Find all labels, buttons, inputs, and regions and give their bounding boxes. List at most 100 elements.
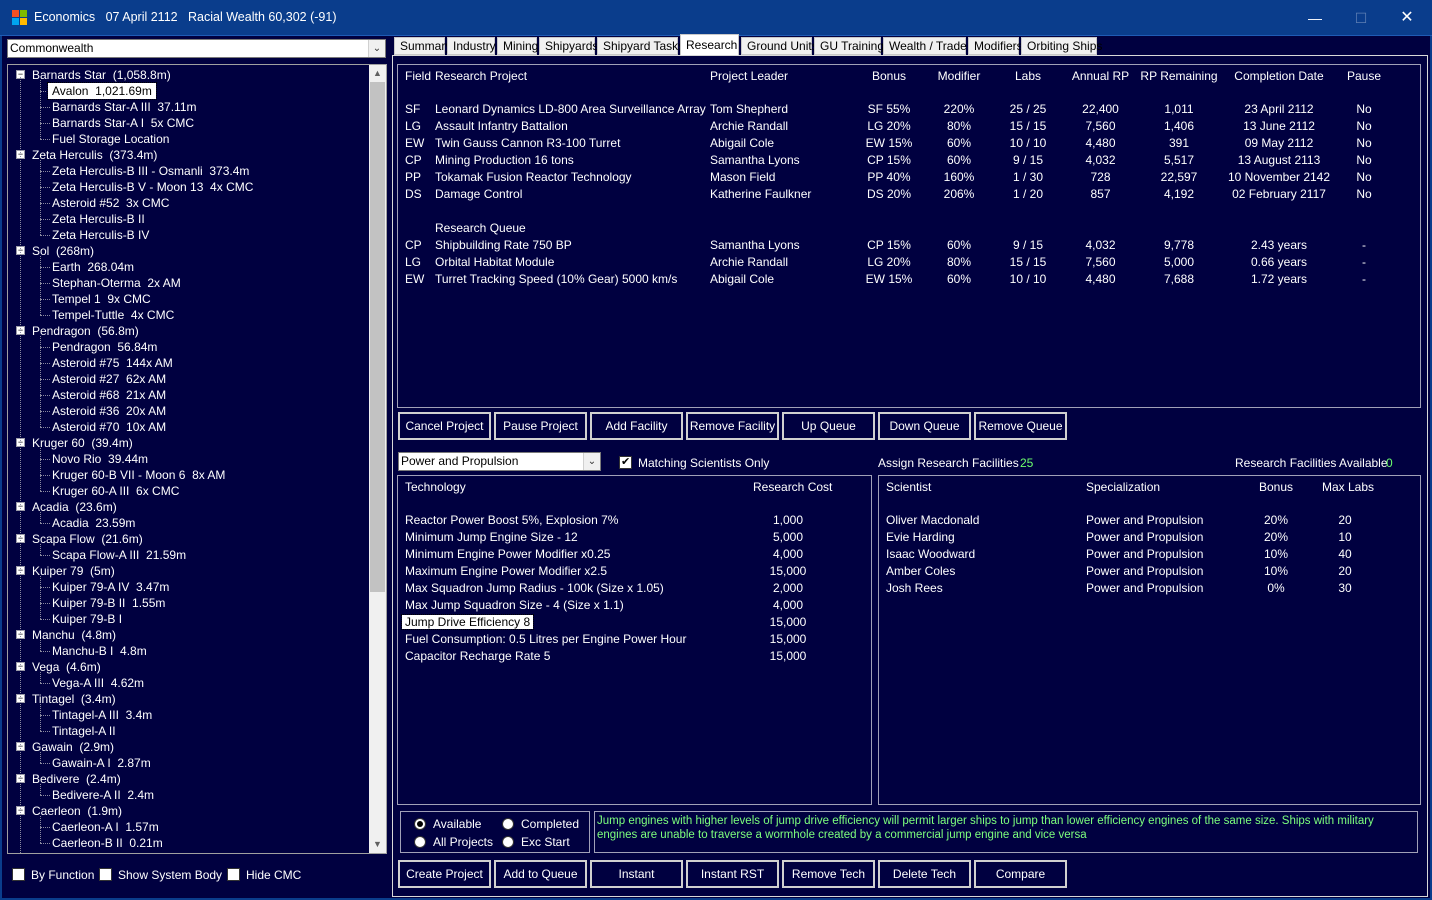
tree-body-node[interactable]: Zeta Herculis-B IV bbox=[52, 227, 149, 243]
technology-name[interactable]: Minimum Jump Engine Size - 12 bbox=[405, 530, 578, 544]
tree-body-node[interactable]: Zeta Herculis-B II bbox=[52, 211, 145, 227]
maximize-button[interactable]: ☐ bbox=[1338, 6, 1384, 30]
tree-body-node[interactable]: Kuiper 79-A IV 3.47m bbox=[52, 579, 169, 595]
tree-system-node[interactable]: Tintagel (3.4m) bbox=[32, 691, 116, 707]
tree-body-node[interactable]: Asteroid #52 3x CMC bbox=[52, 195, 169, 211]
technology-name[interactable]: Minimum Engine Power Modifier x0.25 bbox=[405, 547, 610, 561]
scientist-list[interactable]: Scientist Specialization Bonus Max Labs Oliv… bbox=[878, 475, 1421, 805]
scientist-scientist[interactable]: Amber Coles bbox=[886, 564, 1066, 578]
tree-body-node[interactable]: Earth 268.04m bbox=[52, 259, 134, 275]
tree-system-node[interactable]: Barnards Star (1,058.8m) bbox=[32, 67, 171, 83]
tab-wealth-trade[interactable]: Wealth / Trade bbox=[883, 37, 967, 55]
tree-system-node[interactable]: Kuiper 79 (5m) bbox=[32, 563, 115, 579]
tab-gu-training[interactable]: GU Training bbox=[814, 37, 884, 55]
add-to-queue-button[interactable]: Add to Queue bbox=[493, 859, 588, 889]
scroll-down-icon[interactable]: ▼ bbox=[369, 836, 386, 853]
tab-modifiers[interactable]: Modifiers bbox=[968, 37, 1023, 55]
tree-body-node[interactable]: Kruger 60-A III 6x CMC bbox=[52, 483, 179, 499]
technology-name[interactable]: Maximum Engine Power Modifier x2.5 bbox=[405, 564, 607, 578]
technology-name[interactable]: Max Jump Squadron Size - 4 (Size x 1.1) bbox=[405, 598, 624, 612]
tab-shipyards[interactable]: Shipyards bbox=[539, 37, 598, 55]
chevron-down-icon[interactable]: ⌄ bbox=[583, 453, 600, 470]
tree-system-node[interactable]: Kruger 60 (39.4m) bbox=[32, 435, 133, 451]
technology-name[interactable]: Max Squadron Jump Radius - 100k (Size x … bbox=[405, 581, 664, 595]
minimize-button[interactable]: — bbox=[1292, 6, 1338, 30]
tab-summary[interactable]: Summary bbox=[394, 37, 451, 55]
matching-scientists-checkbox[interactable] bbox=[619, 455, 632, 469]
tree-body-node[interactable]: Manchu-B I 4.8m bbox=[52, 643, 147, 659]
tab-industry[interactable]: Industry bbox=[447, 37, 496, 55]
tree-body-node[interactable]: Asteroid #75 144x AM bbox=[52, 355, 173, 371]
tree-body-node[interactable]: Tempel 1 9x CMC bbox=[52, 291, 151, 307]
scientist-scientist[interactable]: Evie Harding bbox=[886, 530, 1066, 544]
tree-system-node[interactable]: Manchu (4.8m) bbox=[32, 627, 116, 643]
empire-select[interactable]: Commonwealth ⌄ bbox=[7, 39, 386, 58]
tree-body-node[interactable]: Asteroid #36 20x AM bbox=[52, 403, 166, 419]
tree-body-node[interactable]: Caerleon-A I 1.57m bbox=[52, 819, 159, 835]
cancel-project-button[interactable]: Cancel Project bbox=[397, 411, 492, 441]
tree-body-node[interactable]: Kuiper 79-B II 1.55m bbox=[52, 595, 165, 611]
tab-research[interactable]: Research bbox=[680, 34, 739, 56]
tree-body-node[interactable]: Barnards Star-A I 5x CMC bbox=[52, 115, 194, 131]
hide-cmc-checkbox[interactable] bbox=[227, 868, 240, 881]
tree-body-node[interactable]: Kruger 60-B VII - Moon 6 8x AM bbox=[52, 467, 225, 483]
tree-system-node[interactable]: Zeta Herculis (373.4m) bbox=[32, 147, 157, 163]
tree-system-node[interactable]: Pendragon (56.8m) bbox=[32, 323, 139, 339]
scroll-thumb[interactable] bbox=[370, 82, 385, 592]
add-facility-button[interactable]: Add Facility bbox=[589, 411, 684, 441]
tree-body-node[interactable]: Kuiper 79-B I bbox=[52, 611, 122, 627]
up-queue-button[interactable]: Up Queue bbox=[781, 411, 876, 441]
tree-system-node[interactable]: Acadia (23.6m) bbox=[32, 499, 117, 515]
tab-shipyard-tasks[interactable]: Shipyard Tasks bbox=[597, 37, 684, 55]
research-field-select[interactable]: Power and Propulsion ⌄ bbox=[398, 452, 601, 471]
technology-list[interactable]: Technology Research Cost Reactor Power Boo… bbox=[397, 475, 872, 805]
tree-body-node[interactable]: Asteroid #70 10x AM bbox=[52, 419, 166, 435]
tree-body-node[interactable]: Barnards Star-A III 37.11m bbox=[52, 99, 197, 115]
tree-body-node[interactable]: Tintagel-A II bbox=[52, 723, 116, 739]
scientist-scientist[interactable]: Josh Rees bbox=[886, 581, 1066, 595]
completed-radio[interactable] bbox=[502, 818, 514, 830]
tree-scrollbar[interactable]: ▲ ▼ bbox=[369, 65, 386, 853]
all-projects-radio[interactable] bbox=[414, 836, 426, 848]
tree-body-node[interactable]: Vega-A III 4.62m bbox=[52, 675, 144, 691]
scroll-up-icon[interactable]: ▲ bbox=[369, 65, 386, 82]
show-system-body-checkbox[interactable] bbox=[99, 868, 112, 881]
population-tree[interactable]: − Barnards Star (1,058.8m) Avalon 1,021.69… bbox=[7, 64, 387, 854]
tree-body-node[interactable]: Fuel Storage Location bbox=[52, 131, 169, 147]
tree-system-node[interactable]: Vega (4.6m) bbox=[32, 659, 101, 675]
tree-body-node[interactable]: Pendragon 56.84m bbox=[52, 339, 157, 355]
instant-rst-button[interactable]: Instant RST bbox=[685, 859, 780, 889]
tree-body-node[interactable]: Asteroid #68 21x AM bbox=[52, 387, 166, 403]
tree-body-node[interactable]: Avalon 1,021.69m bbox=[47, 82, 157, 100]
tree-system-node[interactable]: Sol (268m) bbox=[32, 243, 94, 259]
tree-body-node[interactable]: Bedivere-A II 2.4m bbox=[52, 787, 154, 803]
tab-mining[interactable]: Mining bbox=[497, 37, 538, 55]
instant-button[interactable]: Instant bbox=[589, 859, 684, 889]
technology-name[interactable]: Fuel Consumption: 0.5 Litres per Engine … bbox=[405, 632, 686, 646]
remove-queue-button[interactable]: Remove Queue bbox=[973, 411, 1068, 441]
tree-body-node[interactable]: Tintagel-A III 3.4m bbox=[52, 707, 152, 723]
tree-system-node[interactable]: Caerleon (1.9m) bbox=[32, 803, 122, 819]
technology-name[interactable]: Capacitor Recharge Rate 5 bbox=[405, 649, 550, 663]
tree-body-node[interactable]: Gawain-A I 2.87m bbox=[52, 755, 151, 771]
tree-body-node[interactable]: Novo Rio 39.44m bbox=[52, 451, 148, 467]
assign-facilities-value[interactable]: 25 bbox=[1020, 456, 1033, 470]
tab-ground-units[interactable]: Ground Units bbox=[741, 37, 818, 55]
tree-body-node[interactable]: Stephan-Oterma 2x AM bbox=[52, 275, 181, 291]
available-radio[interactable] bbox=[414, 818, 426, 830]
tree-body-node[interactable]: Acadia 23.59m bbox=[52, 515, 135, 531]
tree-body-node[interactable]: Caerleon-B II 0.21m bbox=[52, 835, 163, 851]
tree-body-node[interactable]: Asteroid #27 62x AM bbox=[52, 371, 166, 387]
chevron-down-icon[interactable]: ⌄ bbox=[368, 40, 385, 57]
tree-system-node[interactable]: Gawain (2.9m) bbox=[32, 739, 114, 755]
tree-body-node[interactable]: Tempel-Tuttle 4x CMC bbox=[52, 307, 174, 323]
exc-start-radio[interactable] bbox=[502, 836, 514, 848]
tree-system-node[interactable]: Scapa Flow (21.6m) bbox=[32, 531, 143, 547]
create-project-button[interactable]: Create Project bbox=[397, 859, 492, 889]
tree-system-node[interactable]: Bedivere (2.4m) bbox=[32, 771, 121, 787]
by-function-checkbox[interactable] bbox=[12, 868, 25, 881]
tree-body-node[interactable]: Zeta Herculis-B V - Moon 13 4x CMC bbox=[52, 179, 253, 195]
compare-button[interactable]: Compare bbox=[973, 859, 1068, 889]
remove-facility-button[interactable]: Remove Facility bbox=[685, 411, 780, 441]
down-queue-button[interactable]: Down Queue bbox=[877, 411, 972, 441]
